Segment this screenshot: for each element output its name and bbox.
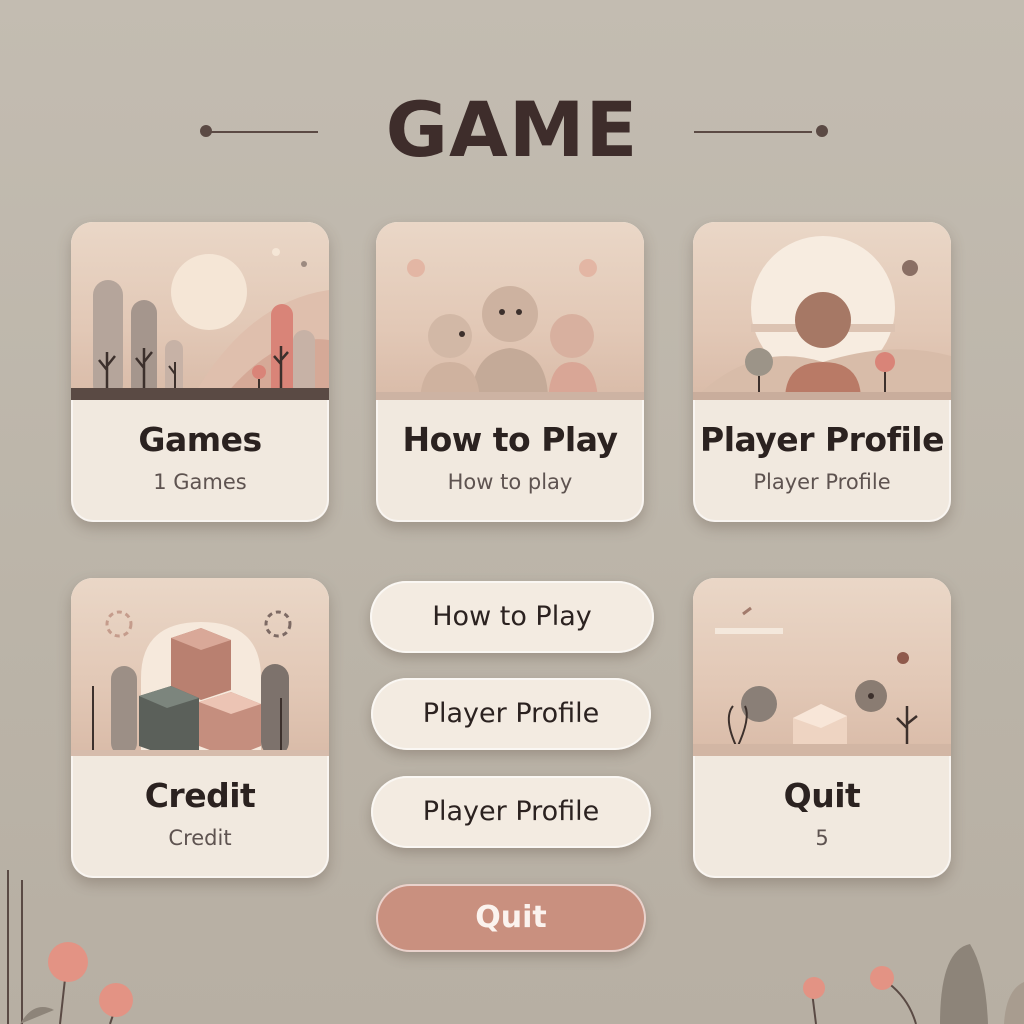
credit-card[interactable]: Credit Credit xyxy=(71,578,329,878)
player-profile-card-subtitle: Player Profile xyxy=(753,470,891,494)
games-card-illustration xyxy=(71,222,329,400)
player-profile-card-title: Player Profile xyxy=(700,420,944,459)
title-right-dot xyxy=(816,125,828,137)
how-to-play-card-title: How to Play xyxy=(402,420,618,459)
player-profile-card-illustration xyxy=(693,222,951,400)
title-row: GAME xyxy=(0,80,1024,180)
how-to-play-card[interactable]: How to Play How to play xyxy=(376,222,644,522)
game-title: GAME xyxy=(385,85,639,174)
credit-card-subtitle: Credit xyxy=(168,826,232,850)
games-card-subtitle: 1 Games xyxy=(153,470,247,494)
quit-card-subtitle: 5 xyxy=(815,826,829,850)
title-right-line xyxy=(694,131,812,133)
plant-decoration-right xyxy=(803,944,1024,1024)
player-profile-button[interactable]: Player Profile xyxy=(371,678,651,750)
credit-card-illustration xyxy=(71,578,329,756)
quit-card-illustration xyxy=(693,578,951,756)
quit-card[interactable]: Quit 5 xyxy=(693,578,951,878)
games-card[interactable]: Games 1 Games xyxy=(71,222,329,522)
title-left-line xyxy=(210,131,318,133)
quit-button[interactable]: Quit xyxy=(376,884,646,952)
player-profile-card[interactable]: Player Profile Player Profile xyxy=(693,222,951,522)
credit-card-title: Credit xyxy=(144,776,256,815)
how-to-play-card-illustration xyxy=(376,222,644,400)
how-to-play-card-subtitle: How to play xyxy=(447,470,573,494)
games-card-title: Games xyxy=(138,420,262,459)
quit-card-title: Quit xyxy=(783,776,861,815)
player-profile-button-secondary[interactable]: Player Profile xyxy=(371,776,651,848)
how-to-play-button[interactable]: How to Play xyxy=(370,581,654,653)
plant-decoration-left xyxy=(7,870,133,1024)
